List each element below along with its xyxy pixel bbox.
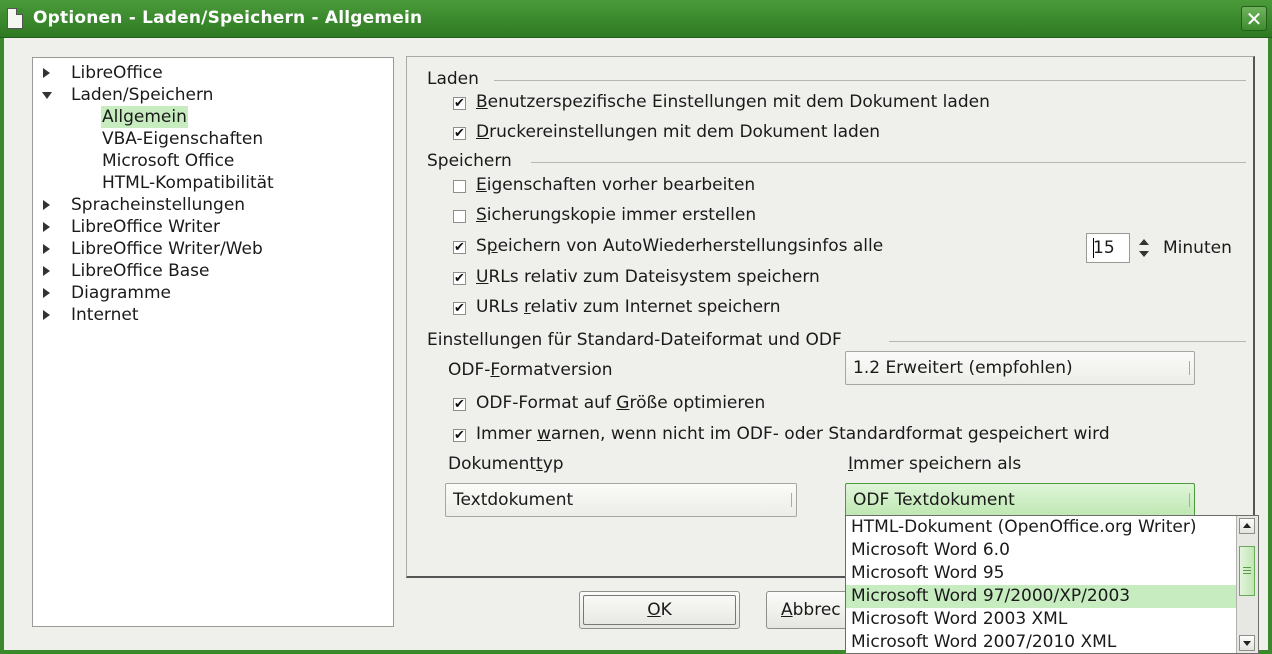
laden-heading: Laden xyxy=(427,69,479,89)
checkbox-autowiederherstellung[interactable]: ✔ xyxy=(453,241,466,254)
tree-item-spracheinstellungen[interactable]: Spracheinstellungen xyxy=(33,194,373,216)
tree-item-html-kompatibilitaet[interactable]: HTML-Kompatibilität xyxy=(33,172,373,194)
dokumenttyp-select[interactable]: Textdokument xyxy=(445,483,797,517)
scroll-thumb[interactable] xyxy=(1239,546,1255,596)
grip-line xyxy=(1243,567,1251,568)
label-druckereinstellungen[interactable]: Druckereinstellungen mit dem Dokument la… xyxy=(476,122,880,142)
group-divider xyxy=(889,341,1246,342)
tree-item-vba-eigenschaften[interactable]: VBA-Eigenschaften xyxy=(33,128,373,150)
group-divider xyxy=(531,162,1246,163)
group-divider xyxy=(494,80,1246,81)
dropdown-option[interactable]: HTML-Dokument (OpenOffice.org Writer) xyxy=(846,516,1236,539)
checkbox-sicherungskopie[interactable] xyxy=(453,210,466,223)
options-tree[interactable]: LibreOffice Laden/Speichern Allgemein VB… xyxy=(32,57,394,627)
combo-separator xyxy=(791,493,792,507)
label-eigenschaften[interactable]: Eigenschaften vorher bearbeiten xyxy=(476,175,755,195)
collapse-triangle-icon[interactable] xyxy=(42,92,52,99)
dropdown-option[interactable]: Microsoft Word 6.0 xyxy=(846,539,1236,562)
spin-down-icon[interactable] xyxy=(1139,251,1149,257)
dropdown-option[interactable]: Microsoft Word 95 xyxy=(846,562,1236,585)
grip-line xyxy=(1243,573,1251,574)
title-bar: Optionen - Laden/Speichern - Allgemein ✕ xyxy=(0,0,1272,38)
speichern-heading: Speichern xyxy=(427,151,512,171)
label-autowiederherstellung[interactable]: Speichern von AutoWiederherstellungsinfo… xyxy=(476,236,883,256)
checkbox-odf-groesse[interactable]: ✔ xyxy=(453,398,466,411)
expand-triangle-icon[interactable] xyxy=(43,288,50,298)
label-urls-dateisystem[interactable]: URLs relativ zum Dateisystem speichern xyxy=(476,267,820,287)
checkbox-benutzerspezifisch[interactable]: ✔ xyxy=(453,97,466,110)
tree-item-libreoffice[interactable]: LibreOffice xyxy=(33,62,373,84)
combo-separator xyxy=(1189,361,1190,375)
checkbox-immer-warnen[interactable]: ✔ xyxy=(453,429,466,442)
dropdown-option-highlighted[interactable]: Microsoft Word 97/2000/XP/2003 xyxy=(846,585,1236,608)
label-urls-internet[interactable]: URLs relativ zum Internet speichern xyxy=(476,297,781,317)
arrow-down-icon xyxy=(1243,641,1251,646)
checkbox-urls-dateisystem[interactable]: ✔ xyxy=(453,272,466,285)
text-cursor xyxy=(1093,238,1094,258)
spin-arrows[interactable] xyxy=(1138,237,1150,259)
dropdown-option[interactable]: Microsoft Word 2003 XML xyxy=(846,608,1236,631)
close-button[interactable]: ✕ xyxy=(1241,6,1267,31)
tree-item-laden-speichern[interactable]: Laden/Speichern xyxy=(33,84,373,106)
checkbox-eigenschaften[interactable] xyxy=(453,180,466,193)
focus-ring xyxy=(583,595,736,625)
scroll-down-button[interactable] xyxy=(1239,635,1255,651)
label-odf-groesse[interactable]: ODF-Format auf Größe optimieren xyxy=(476,393,765,413)
odf-version-label: ODF-Formatversion xyxy=(448,360,613,380)
grip-line xyxy=(1243,570,1251,571)
spin-up-icon[interactable] xyxy=(1139,239,1149,245)
speichern-als-dropdown-list[interactable]: HTML-Dokument (OpenOffice.org Writer) Mi… xyxy=(845,515,1259,654)
checkbox-druckereinstellungen[interactable]: ✔ xyxy=(453,127,466,140)
scroll-up-button[interactable] xyxy=(1239,518,1255,534)
speichern-als-select[interactable]: ODF Textdokument xyxy=(845,483,1195,517)
document-icon xyxy=(7,8,23,29)
dropdown-scrollbar[interactable] xyxy=(1236,516,1258,653)
tree-item-internet[interactable]: Internet xyxy=(33,304,373,326)
odf-version-select[interactable]: 1.2 Erweitert (empfohlen) xyxy=(845,351,1195,385)
ok-button[interactable]: OK xyxy=(579,591,740,629)
arrow-up-icon xyxy=(1243,523,1251,528)
expand-triangle-icon[interactable] xyxy=(43,266,50,276)
expand-triangle-icon[interactable] xyxy=(43,244,50,254)
expand-triangle-icon[interactable] xyxy=(43,200,50,210)
tree-item-microsoft-office[interactable]: Microsoft Office xyxy=(33,150,373,172)
minutes-label: Minuten xyxy=(1163,238,1232,258)
label-sicherungskopie[interactable]: Sicherungskopie immer erstellen xyxy=(476,205,756,225)
label-benutzerspezifisch[interactable]: Benutzerspezifische Einstellungen mit de… xyxy=(476,92,990,112)
dokumenttyp-label: Dokumenttyp xyxy=(448,454,564,474)
dropdown-option[interactable]: Microsoft Word 2007/2010 XML xyxy=(846,631,1236,653)
odf-heading: Einstellungen für Standard-Dateiformat u… xyxy=(427,330,842,350)
combo-separator xyxy=(1189,493,1190,507)
tree-item-diagramme[interactable]: Diagramme xyxy=(33,282,373,304)
label-immer-warnen[interactable]: Immer warnen, wenn nicht im ODF- oder St… xyxy=(476,424,1110,444)
window-title: Optionen - Laden/Speichern - Allgemein xyxy=(33,8,423,28)
tree-item-libreoffice-writer-web[interactable]: LibreOffice Writer/Web xyxy=(33,238,373,260)
expand-triangle-icon[interactable] xyxy=(43,68,50,78)
speichern-als-label: Immer speichern als xyxy=(848,454,1022,474)
tree-item-libreoffice-base[interactable]: LibreOffice Base xyxy=(33,260,373,282)
expand-triangle-icon[interactable] xyxy=(43,222,50,232)
expand-triangle-icon[interactable] xyxy=(43,310,50,320)
tree-item-libreoffice-writer[interactable]: LibreOffice Writer xyxy=(33,216,373,238)
tree-item-allgemein[interactable]: Allgemein xyxy=(33,106,373,128)
checkbox-urls-internet[interactable]: ✔ xyxy=(453,302,466,315)
